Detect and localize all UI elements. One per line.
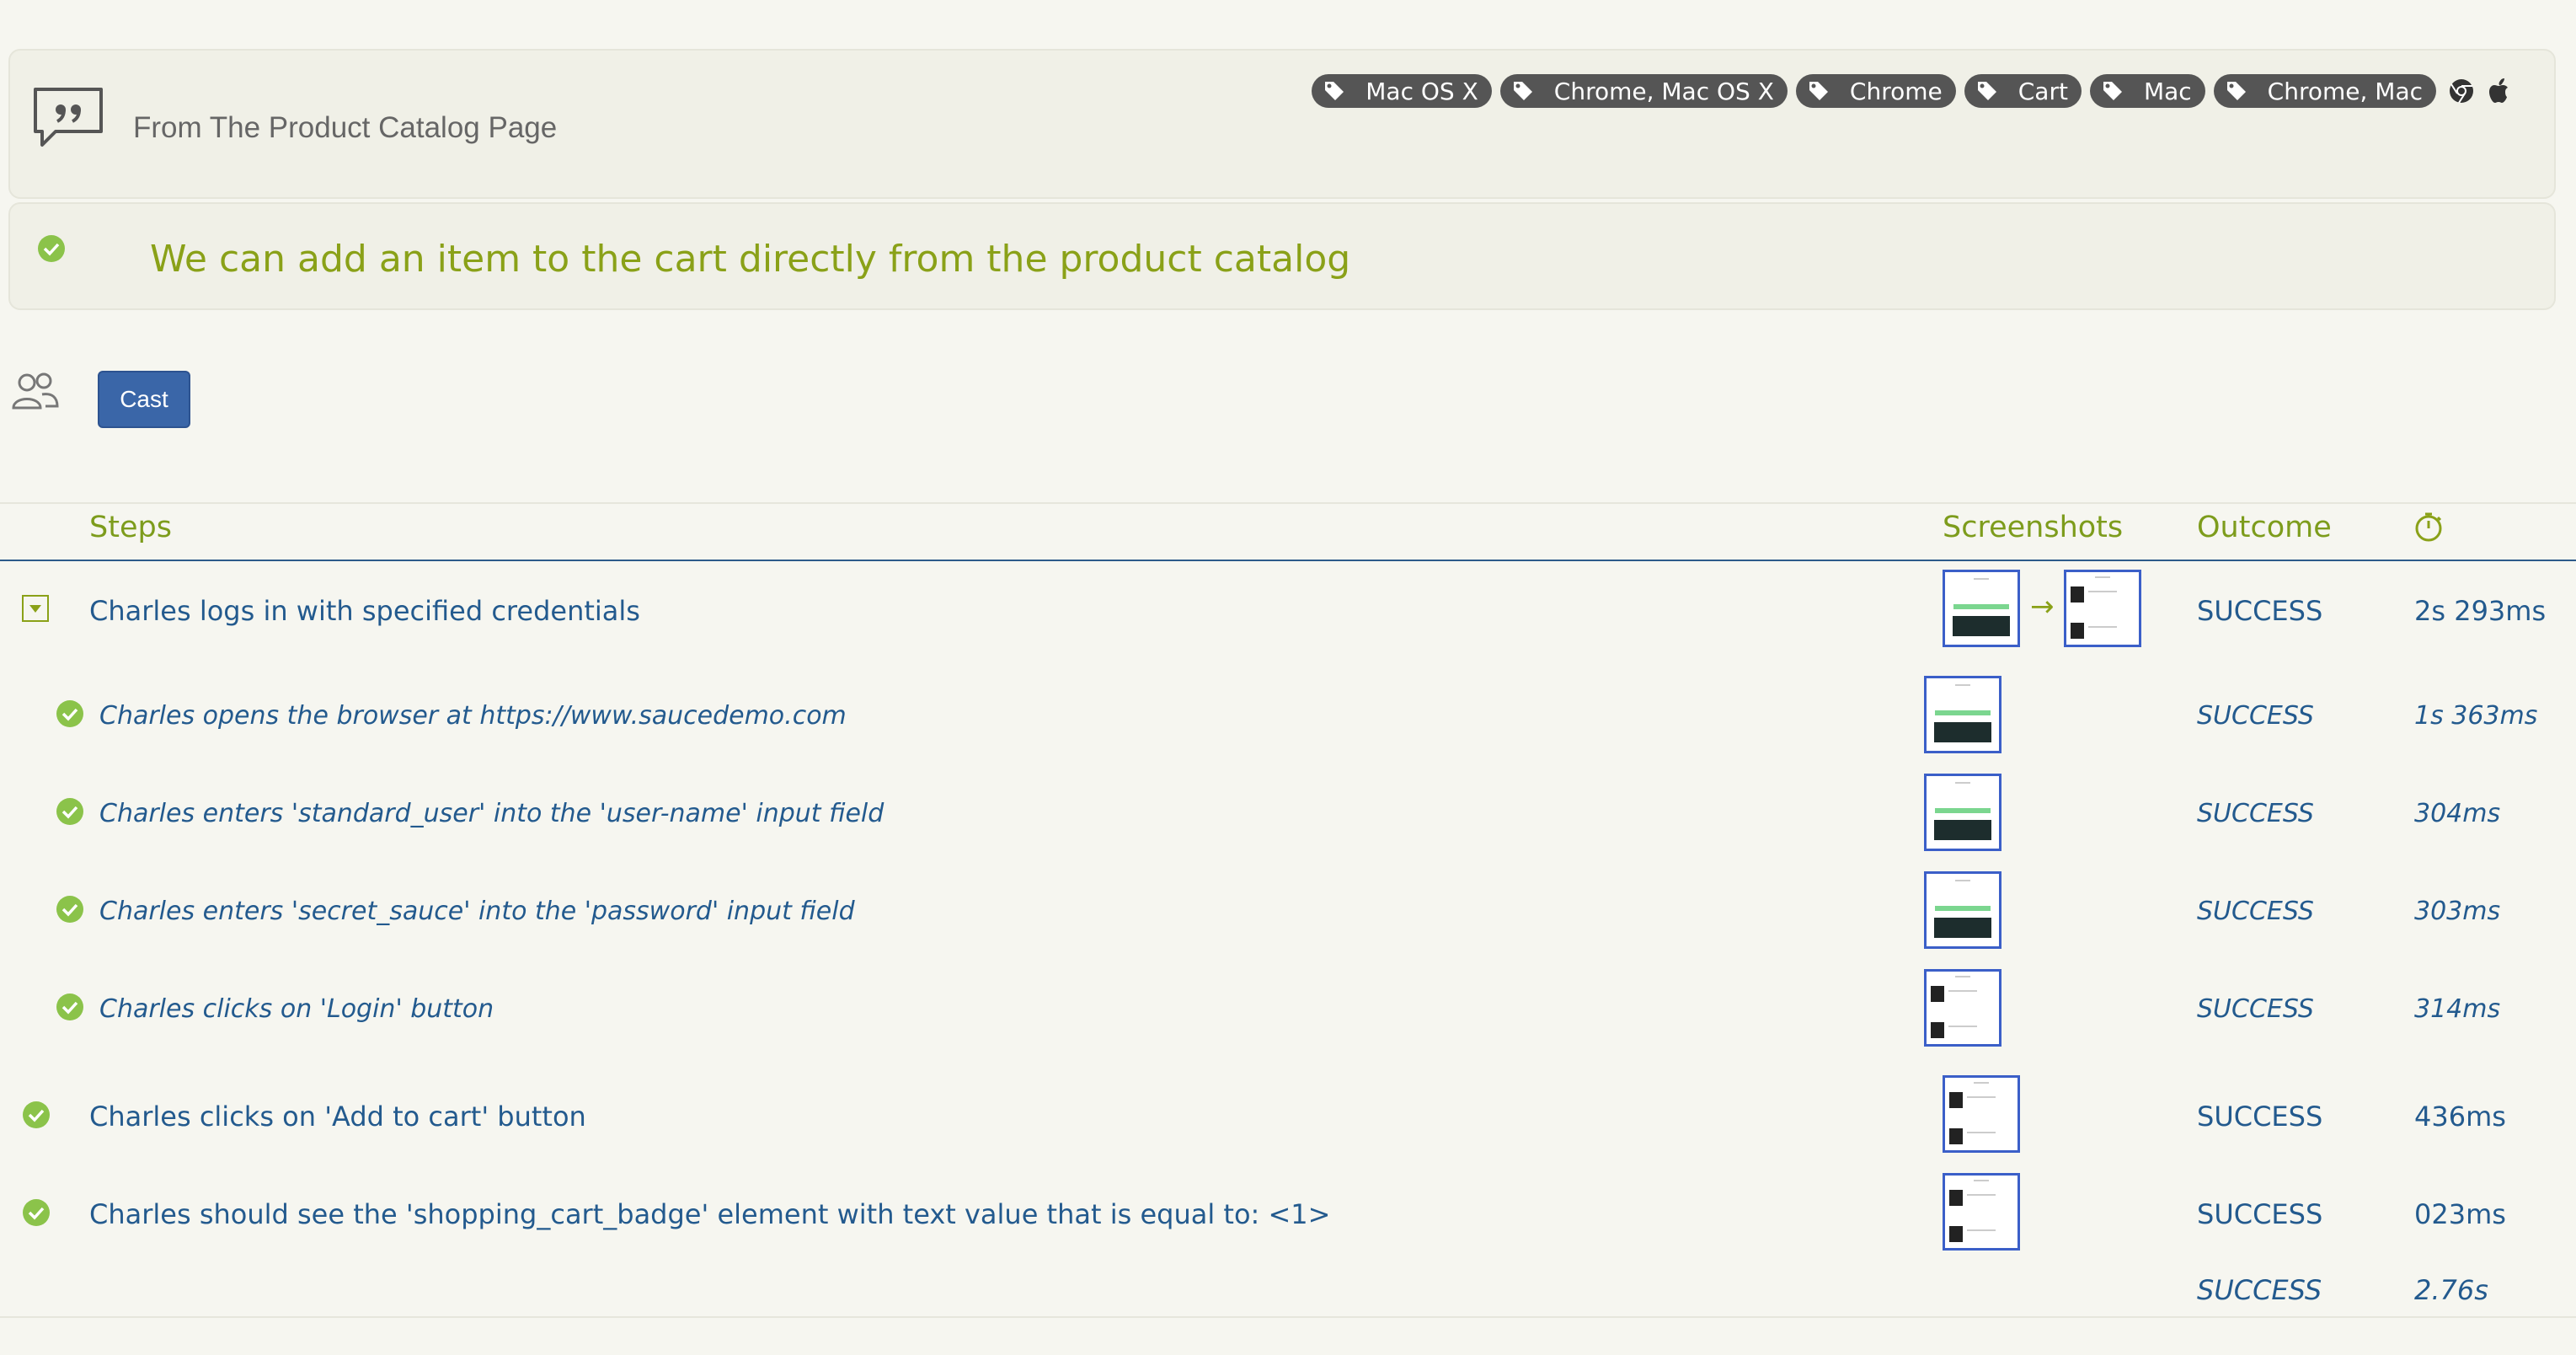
step-duration: 023ms bbox=[2414, 1198, 2506, 1230]
success-check-icon bbox=[56, 993, 83, 1020]
tag-label: Chrome bbox=[1849, 77, 1943, 105]
tag-label: Mac bbox=[2143, 77, 2192, 105]
table-row: Charles opens the browser at https://www… bbox=[0, 674, 2576, 758]
step-outcome: SUCCESS bbox=[2197, 897, 2314, 926]
scenario-title: We can add an item to the cart directly … bbox=[150, 238, 1351, 281]
step-duration: 436ms bbox=[2414, 1101, 2506, 1133]
success-check-icon bbox=[56, 700, 83, 727]
success-check-icon bbox=[56, 798, 83, 825]
screenshot-thumbnail[interactable] bbox=[1924, 774, 2001, 851]
step-outcome: SUCCESS bbox=[2197, 701, 2314, 731]
step-description[interactable]: Charles enters 'secret_sauce' into the '… bbox=[99, 897, 855, 926]
stopwatch-icon bbox=[2415, 512, 2442, 542]
total-outcome: SUCCESS bbox=[2197, 1274, 2322, 1306]
step-duration: 304ms bbox=[2414, 799, 2501, 828]
step-duration: 314ms bbox=[2414, 994, 2501, 1024]
step-outcome: SUCCESS bbox=[2197, 994, 2314, 1024]
tag-chrome[interactable]: Chrome bbox=[1795, 74, 1956, 108]
screenshots-header: Screenshots bbox=[1943, 511, 2124, 544]
outcome-header: Outcome bbox=[2197, 511, 2332, 544]
tag-chrome-mac-os-x[interactable]: Chrome, Mac OS X bbox=[1499, 74, 1788, 108]
step-duration: 303ms bbox=[2414, 897, 2501, 926]
steps-table-header: Steps Screenshots Outcome bbox=[0, 502, 2576, 561]
caret-down-icon bbox=[29, 605, 41, 613]
screenshot-thumbnail[interactable] bbox=[2064, 570, 2141, 647]
screenshot-thumbnail[interactable] bbox=[1943, 1075, 2020, 1153]
step-duration: 2s 293ms bbox=[2414, 595, 2547, 627]
step-outcome: SUCCESS bbox=[2197, 1101, 2323, 1133]
table-row: Charles logs in with specified credentia… bbox=[0, 566, 2576, 659]
step-description[interactable]: Charles should see the 'shopping_cart_ba… bbox=[89, 1198, 1330, 1230]
tag-label: Mac OS X bbox=[1365, 77, 1478, 105]
scenario-panel: We can add an item to the cart directly … bbox=[8, 202, 2556, 310]
table-row: Charles clicks on 'Login' button SUCCESS… bbox=[0, 967, 2576, 1052]
story-panel: From The Product Catalog Page Mac OS X C… bbox=[8, 49, 2556, 199]
tag-icon bbox=[2103, 82, 2122, 100]
total-row: SUCCESS 2.76s bbox=[0, 1271, 2576, 1313]
tag-icon bbox=[1513, 82, 1532, 100]
step-description[interactable]: Charles clicks on 'Add to cart' button bbox=[89, 1101, 586, 1133]
step-outcome: SUCCESS bbox=[2197, 1198, 2323, 1230]
tag-label: Chrome, Mac OS X bbox=[1553, 77, 1774, 105]
table-row: Charles should see the 'shopping_cart_ba… bbox=[0, 1171, 2576, 1256]
total-duration: 2.76s bbox=[2414, 1274, 2488, 1306]
steps-header: Steps bbox=[89, 511, 172, 544]
tag-list: Mac OS X Chrome, Mac OS X Chrome Cart Ma… bbox=[1312, 74, 2514, 108]
tag-icon bbox=[2226, 82, 2246, 100]
screenshot-thumbnail[interactable] bbox=[1924, 676, 2001, 753]
step-description[interactable]: Charles enters 'standard_user' into the … bbox=[99, 799, 884, 828]
step-outcome: SUCCESS bbox=[2197, 595, 2323, 627]
tag-mac[interactable]: Mac bbox=[2089, 74, 2205, 108]
success-check-icon bbox=[38, 235, 65, 262]
screenshot-thumbnail[interactable] bbox=[1924, 969, 2001, 1047]
table-row: Charles enters 'standard_user' into the … bbox=[0, 772, 2576, 856]
table-row: Charles clicks on 'Add to cart' button S… bbox=[0, 1074, 2576, 1158]
tag-label: Chrome, Mac bbox=[2267, 77, 2423, 105]
people-icon bbox=[12, 372, 59, 410]
success-check-icon bbox=[23, 1199, 50, 1226]
step-description[interactable]: Charles logs in with specified credentia… bbox=[89, 595, 640, 627]
tag-icon bbox=[1977, 82, 1996, 100]
tag-icon bbox=[1325, 82, 1344, 100]
success-check-icon bbox=[56, 896, 83, 923]
chrome-icon bbox=[2450, 79, 2473, 104]
quote-bubble-icon bbox=[34, 88, 103, 147]
table-bottom-divider bbox=[0, 1316, 2576, 1318]
screenshot-thumbnail[interactable] bbox=[1943, 570, 2020, 647]
screenshot-thumbnail[interactable] bbox=[1924, 871, 2001, 949]
tag-icon bbox=[1809, 82, 1828, 100]
arrow-right-icon: → bbox=[2030, 590, 2055, 624]
story-title: From The Product Catalog Page bbox=[133, 111, 558, 144]
tag-label: Cart bbox=[2018, 77, 2068, 105]
collapse-toggle[interactable] bbox=[22, 595, 49, 622]
cast-button[interactable]: Cast bbox=[98, 371, 190, 428]
step-description[interactable]: Charles opens the browser at https://www… bbox=[99, 701, 847, 731]
step-outcome: SUCCESS bbox=[2197, 799, 2314, 828]
table-row: Charles enters 'secret_sauce' into the '… bbox=[0, 870, 2576, 954]
tag-mac-os-x[interactable]: Mac OS X bbox=[1312, 74, 1492, 108]
tag-cart[interactable]: Cart bbox=[1964, 74, 2082, 108]
screenshot-thumbnail[interactable] bbox=[1943, 1173, 2020, 1251]
step-duration: 1s 363ms bbox=[2414, 701, 2538, 731]
tag-chrome-mac[interactable]: Chrome, Mac bbox=[2213, 74, 2436, 108]
success-check-icon bbox=[23, 1101, 50, 1128]
apple-icon bbox=[2489, 78, 2508, 103]
step-description[interactable]: Charles clicks on 'Login' button bbox=[99, 994, 494, 1024]
